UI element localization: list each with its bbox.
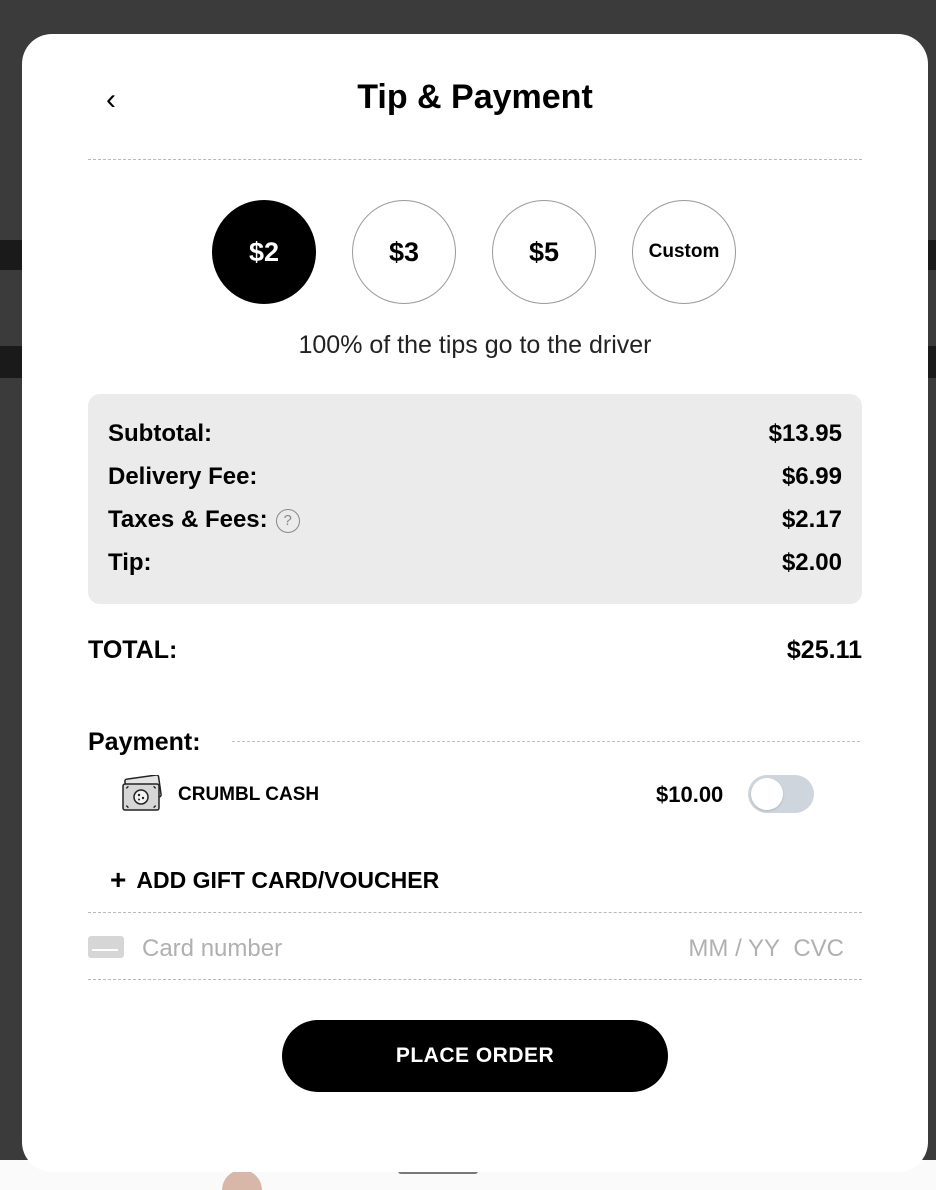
tip-option-3[interactable]: $3 <box>352 200 456 304</box>
summary-value: $6.99 <box>781 463 842 490</box>
crumbl-cash-amount: $10.00 <box>656 782 724 807</box>
credit-card-icon <box>88 936 124 958</box>
tip-options: $2 $3 $5 Custom <box>22 200 928 308</box>
add-gift-card-label: ADD GIFT CARD/VOUCHER <box>136 867 440 893</box>
divider <box>88 979 862 980</box>
order-total: TOTAL: $25.11 <box>88 630 862 670</box>
tip-payment-modal: ‹ Tip & Payment $2 $3 $5 Custom 100% of … <box>22 34 928 1172</box>
summary-label: Subtotal: <box>108 420 212 447</box>
summary-row-subtotal: Subtotal: $13.95 <box>108 414 842 454</box>
total-label: TOTAL: <box>88 636 178 664</box>
summary-value: $13.95 <box>768 420 842 447</box>
tip-note: 100% of the tips go to the driver <box>298 331 652 359</box>
card-entry-row <box>88 926 862 972</box>
tip-option-custom[interactable]: Custom <box>632 200 736 304</box>
crumbl-cash-row: CRUMBL CASH $10.00 <box>120 772 820 818</box>
summary-label-wrap: Taxes & Fees:? <box>108 500 300 540</box>
background-image <box>222 1170 262 1190</box>
divider <box>88 159 862 160</box>
crumbl-cash-label: CRUMBL CASH <box>178 784 320 805</box>
add-gift-card-button[interactable]: + ADD GIFT CARD/VOUCHER <box>110 860 439 900</box>
summary-value: $2.00 <box>781 549 842 576</box>
place-order-button[interactable]: PLACE ORDER <box>282 1020 668 1092</box>
card-cvc-input[interactable] <box>782 926 846 972</box>
summary-label: Tip: <box>108 549 152 576</box>
crumbl-cash-toggle[interactable] <box>748 775 814 813</box>
payment-heading: Payment: <box>88 728 201 756</box>
tip-option-2[interactable]: $2 <box>212 200 316 304</box>
divider <box>88 912 862 913</box>
card-number-input[interactable] <box>140 926 624 972</box>
summary-row-delivery-fee: Delivery Fee: $6.99 <box>108 457 842 497</box>
summary-row-taxes-fees: Taxes & Fees:? $2.17 <box>108 500 842 540</box>
divider <box>232 741 860 742</box>
total-value: $25.11 <box>786 636 862 664</box>
summary-value: $2.17 <box>781 506 842 533</box>
summary-label: Delivery Fee: <box>108 463 258 490</box>
card-expiry-input[interactable] <box>648 926 782 972</box>
question-circle-icon[interactable]: ? <box>275 509 300 533</box>
page-title: Tip & Payment <box>357 78 593 116</box>
plus-icon: + <box>110 864 127 895</box>
order-summary: Subtotal: $13.95 Delivery Fee: $6.99 Tax… <box>88 394 862 604</box>
summary-label: Taxes & Fees: <box>108 506 268 533</box>
tip-option-5[interactable]: $5 <box>492 200 596 304</box>
cash-bill-icon <box>122 775 162 811</box>
toggle-knob <box>751 778 783 810</box>
summary-row-tip: Tip: $2.00 <box>108 543 842 583</box>
